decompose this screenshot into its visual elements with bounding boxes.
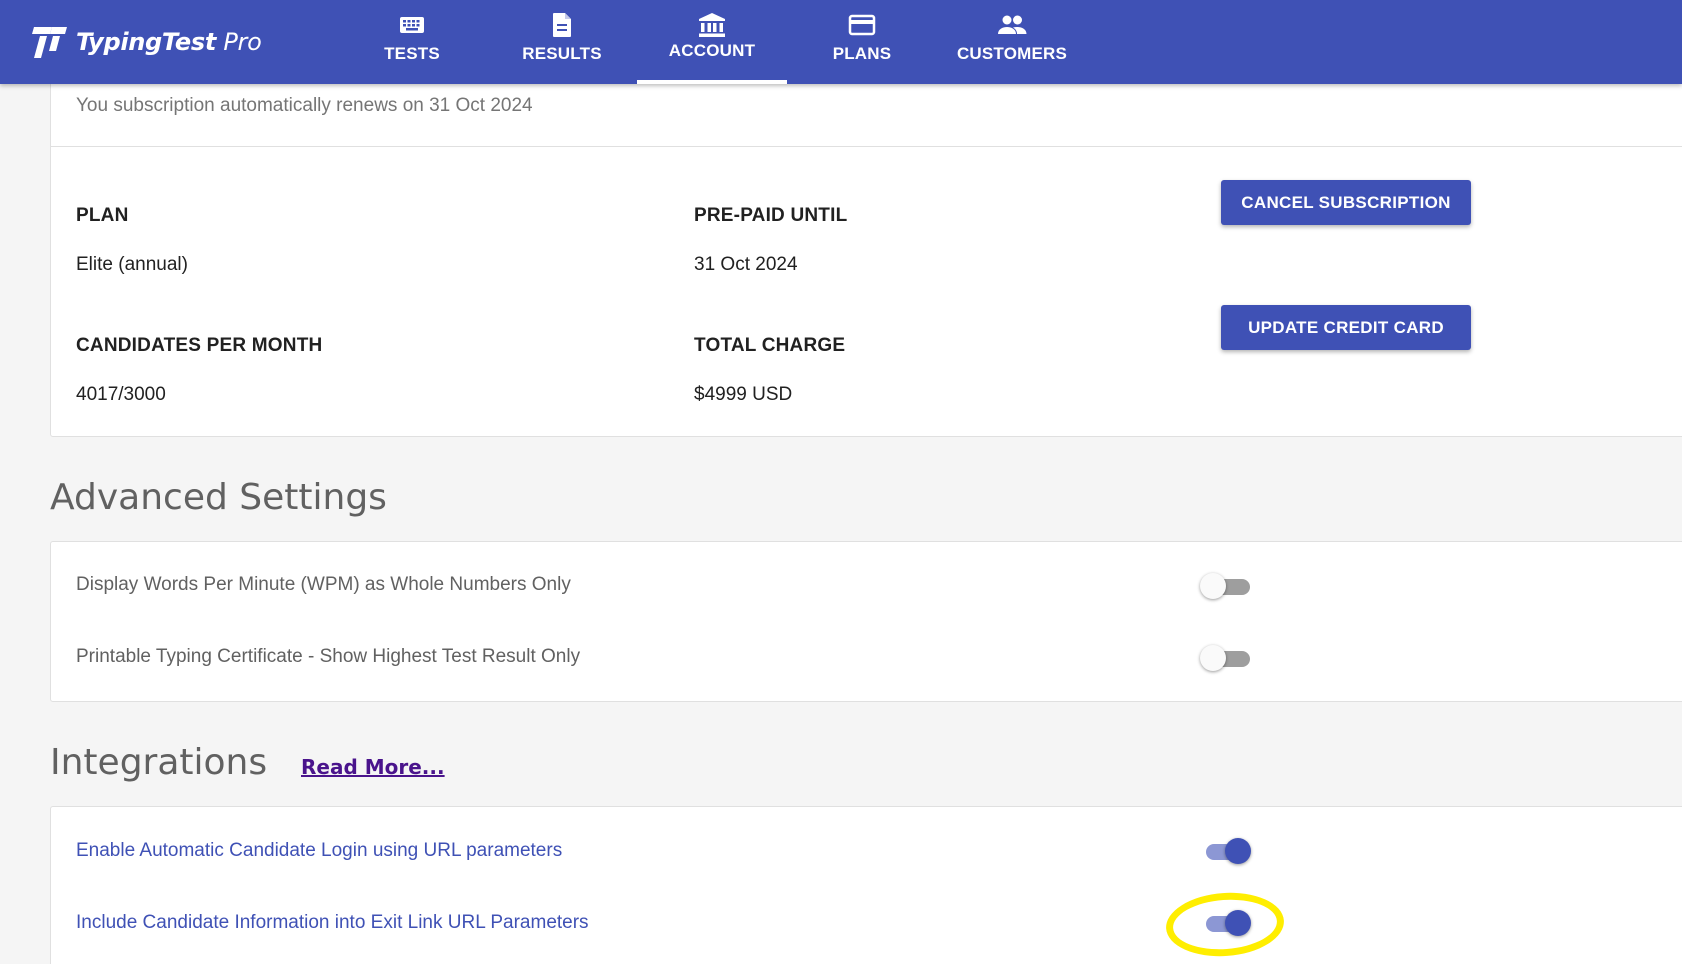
tab-plans[interactable]: PLANS [787,0,937,84]
tt-logo-icon [32,25,68,59]
exit-link-candidate-info-toggle[interactable] [1200,909,1251,937]
tab-customers-label: CUSTOMERS [956,44,1068,63]
tab-account-label: ACCOUNT [668,41,756,60]
app-logo[interactable]: TypingTest Pro [32,22,262,62]
candidates-value: 4017/3000 [76,384,166,405]
total-charge-label: TOTAL CHARGE [694,335,846,356]
advanced-settings-card [50,541,1682,702]
keyboard-icon [399,12,425,38]
auto-login-url-toggle[interactable] [1200,837,1251,865]
app-name: TypingTest Pro [76,28,262,56]
tab-account[interactable]: ACCOUNT [637,0,787,84]
toggle-thumb [1225,910,1251,936]
plan-label: PLAN [76,205,129,226]
card-divider [50,146,1682,147]
certificate-highest-result-label: Printable Typing Certificate - Show High… [76,646,581,667]
top-app-bar: TypingTest Pro TESTS RESULTS ACCOUNT PLA… [0,0,1682,84]
tab-results-label: RESULTS [522,44,602,63]
toggle-thumb [1200,645,1226,671]
wpm-whole-numbers-toggle[interactable] [1200,572,1250,600]
certificate-highest-result-toggle[interactable] [1200,644,1250,672]
toggle-thumb [1225,838,1251,864]
tab-tests-label: TESTS [384,44,440,63]
plan-value: Elite (annual) [76,254,188,275]
update-credit-card-button[interactable]: UPDATE CREDIT CARD [1221,305,1471,350]
exit-link-candidate-info-label: Include Candidate Information into Exit … [76,912,589,933]
toggle-thumb [1200,573,1226,599]
prepaid-value: 31 Oct 2024 [694,254,798,275]
people-icon [997,12,1027,38]
main-nav: TESTS RESULTS ACCOUNT PLANS CUSTOMERS [337,0,1087,84]
prepaid-label: PRE-PAID UNTIL [694,205,848,226]
integrations-card [50,806,1682,964]
total-charge-value: $4999 USD [694,384,793,405]
document-icon [551,12,573,38]
auto-login-url-label: Enable Automatic Candidate Login using U… [76,840,563,861]
credit-card-icon [848,12,876,38]
read-more-link[interactable]: Read More... [301,755,445,779]
candidates-label: CANDIDATES PER MONTH [76,335,323,356]
tab-customers[interactable]: CUSTOMERS [937,0,1087,84]
bank-icon [698,12,726,38]
cancel-subscription-button[interactable]: CANCEL SUBSCRIPTION [1221,180,1471,225]
renewal-notice: You subscription automatically renews on… [76,95,533,116]
advanced-settings-heading: Advanced Settings [50,477,387,518]
integrations-heading: Integrations [50,742,268,783]
tab-results[interactable]: RESULTS [487,0,637,84]
tab-tests[interactable]: TESTS [337,0,487,84]
tab-plans-label: PLANS [832,44,892,63]
wpm-whole-numbers-label: Display Words Per Minute (WPM) as Whole … [76,574,571,595]
